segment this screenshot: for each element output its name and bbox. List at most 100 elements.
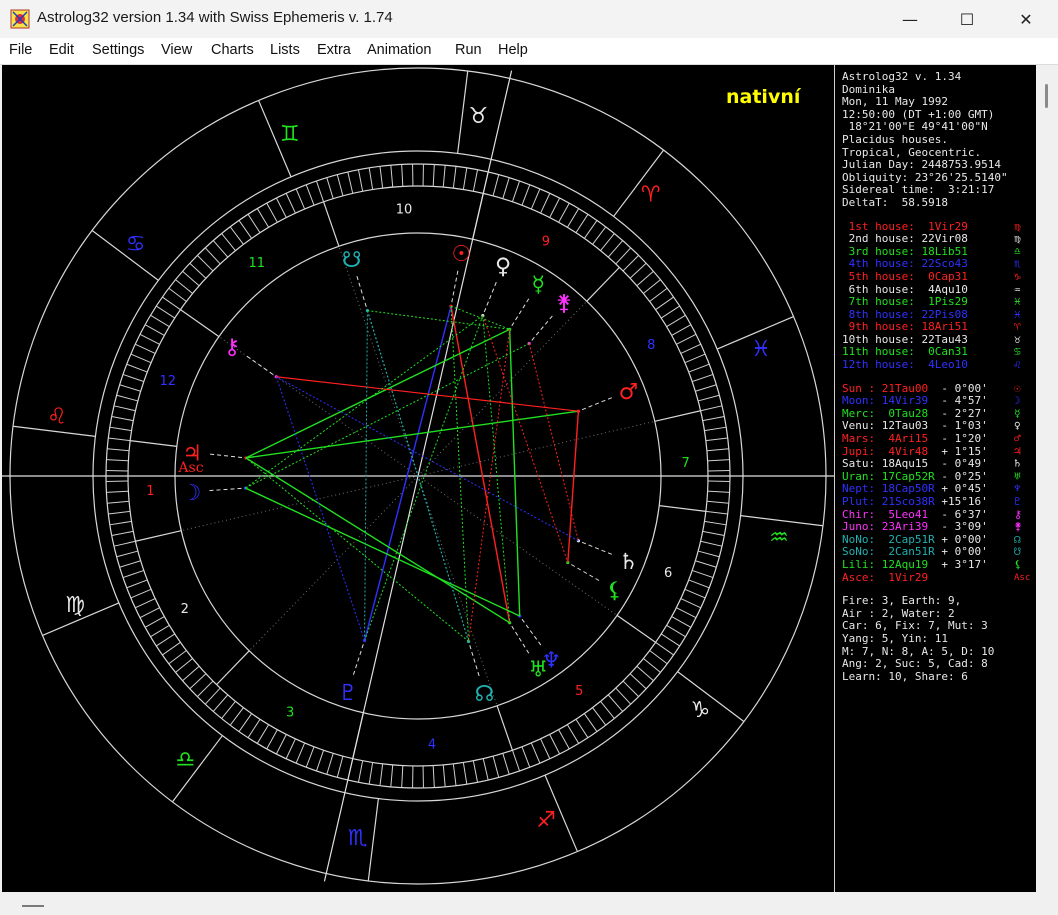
title-bar[interactable]: Astrolog32 version 1.34 with Swiss Ephem… — [0, 0, 1058, 38]
degree-tick — [144, 616, 165, 628]
menu-help[interactable]: Help — [498, 42, 528, 58]
degree-tick — [168, 650, 187, 665]
degree-tick — [116, 394, 139, 402]
menu-lists[interactable]: Lists — [270, 42, 300, 58]
degree-tick — [704, 520, 727, 526]
scrollbar-thumb[interactable] — [1045, 84, 1048, 108]
degree-tick — [697, 550, 720, 558]
house-cusp — [135, 530, 182, 542]
stat-line: Learn: 10, Share: 6 — [842, 669, 968, 683]
minimize-button[interactable]: — — [887, 0, 933, 38]
degree-tick — [643, 279, 661, 294]
house-cusp — [586, 266, 620, 302]
house-label: 5th house: — [842, 269, 915, 283]
degree-tick — [326, 177, 334, 199]
planet-pointer — [482, 282, 497, 316]
planet-glyph-icon: ♇ — [1014, 495, 1021, 508]
house-number: 6 — [664, 566, 672, 581]
degree-tick — [472, 169, 479, 192]
degree-tick — [111, 530, 134, 537]
sign-boundary — [367, 798, 379, 882]
degree-tick — [175, 658, 193, 673]
house-label: 10th house: — [842, 332, 915, 346]
degree-tick — [583, 220, 598, 239]
degree-tick — [692, 569, 714, 579]
house-sign-icon: ♍ — [1014, 232, 1021, 246]
menu-edit[interactable]: Edit — [49, 42, 74, 58]
degree-tick — [549, 197, 561, 218]
house-number: 9 — [542, 234, 550, 249]
degree-tick — [700, 405, 723, 412]
planet-pointer — [519, 615, 542, 646]
degree-tick — [566, 208, 580, 228]
degree-tick — [229, 226, 244, 245]
house-cusp — [496, 705, 513, 751]
menu-settings[interactable]: Settings — [92, 42, 144, 58]
degree-tick — [452, 166, 457, 189]
app-window: Astrolog32 version 1.34 with Swiss Ephem… — [0, 0, 1058, 915]
house-value: 22Pis08 — [914, 307, 968, 321]
degree-tick — [442, 165, 446, 188]
house-number: 12 — [160, 374, 177, 389]
menu-animation[interactable]: Animation — [367, 42, 431, 58]
planet-position: 18Cap50R — [875, 482, 935, 496]
degree-tick — [107, 448, 130, 452]
sign-boundary — [677, 671, 745, 723]
degree-tick — [636, 665, 654, 682]
menu-charts[interactable]: Charts — [211, 42, 254, 58]
degree-tick — [106, 459, 129, 462]
degree-tick — [156, 305, 176, 319]
degree-tick — [256, 724, 270, 744]
planet-glyph-icon: ♄ — [1014, 457, 1021, 471]
degree-tick — [390, 764, 394, 787]
menu-extra[interactable]: Extra — [317, 42, 351, 58]
aspect-line — [245, 343, 530, 489]
planet-latitude: - 1°03' — [934, 419, 988, 433]
house-value: 4Leo10 — [914, 358, 968, 372]
house-label: 11th house: — [842, 345, 915, 359]
window-title: Astrolog32 version 1.34 with Swiss Ephem… — [37, 9, 393, 26]
degree-tick — [600, 233, 615, 251]
degree-tick — [583, 713, 598, 732]
house-label: 3rd house: — [842, 244, 915, 258]
panel-divider — [834, 65, 835, 892]
maximize-button[interactable]: ☐ — [944, 0, 990, 38]
vertical-scrollbar[interactable] — [1036, 65, 1056, 892]
house-label: 12th house: — [842, 358, 915, 372]
sign-glyph-icon: ♐ — [536, 808, 556, 833]
house-number: 10 — [396, 202, 413, 217]
degree-tick — [113, 540, 136, 547]
degree-tick — [707, 459, 730, 462]
degree-tick — [607, 240, 624, 258]
menu-run[interactable]: Run — [455, 42, 482, 58]
house-value: 22Sco43 — [914, 257, 968, 271]
degree-tick — [615, 687, 632, 705]
sign-glyph-icon: ♓ — [751, 337, 771, 362]
degree-tick — [702, 530, 725, 537]
planet-latitude: - 6°37' — [934, 507, 988, 521]
house-cusp — [616, 614, 656, 643]
degree-tick — [492, 174, 500, 197]
degree-tick — [692, 373, 714, 383]
house-cusp — [180, 309, 220, 338]
degree-tick — [432, 765, 435, 788]
planet-name: Satu: — [842, 457, 876, 471]
house-value: 1Pis29 — [914, 295, 968, 309]
close-button[interactable]: ✕ — [1003, 0, 1049, 38]
house-value: 1Vir29 — [914, 219, 968, 233]
house-value: 22Vir08 — [914, 232, 968, 246]
planet-pointer — [209, 487, 246, 492]
menu-view[interactable]: View — [161, 42, 192, 58]
degree-tick — [238, 713, 253, 732]
degree-tick — [144, 324, 165, 336]
degree-tick — [150, 624, 170, 638]
menu-file[interactable]: File — [9, 42, 32, 58]
planet-position: 21Sco38R — [875, 495, 935, 508]
house-cusp — [216, 650, 250, 686]
degree-tick — [462, 167, 468, 190]
degree-tick — [676, 607, 697, 619]
house-value: 0Cap31 — [914, 269, 968, 283]
degree-tick — [706, 500, 729, 504]
planet-name: Nept: — [842, 482, 876, 496]
chart-wheel[interactable]: ♍♎♏♐♑♒♓♈♉♊♋♌123456789101112☉☽☿♀♂♃♄♅♆♇⚷⚵☊… — [2, 65, 836, 892]
